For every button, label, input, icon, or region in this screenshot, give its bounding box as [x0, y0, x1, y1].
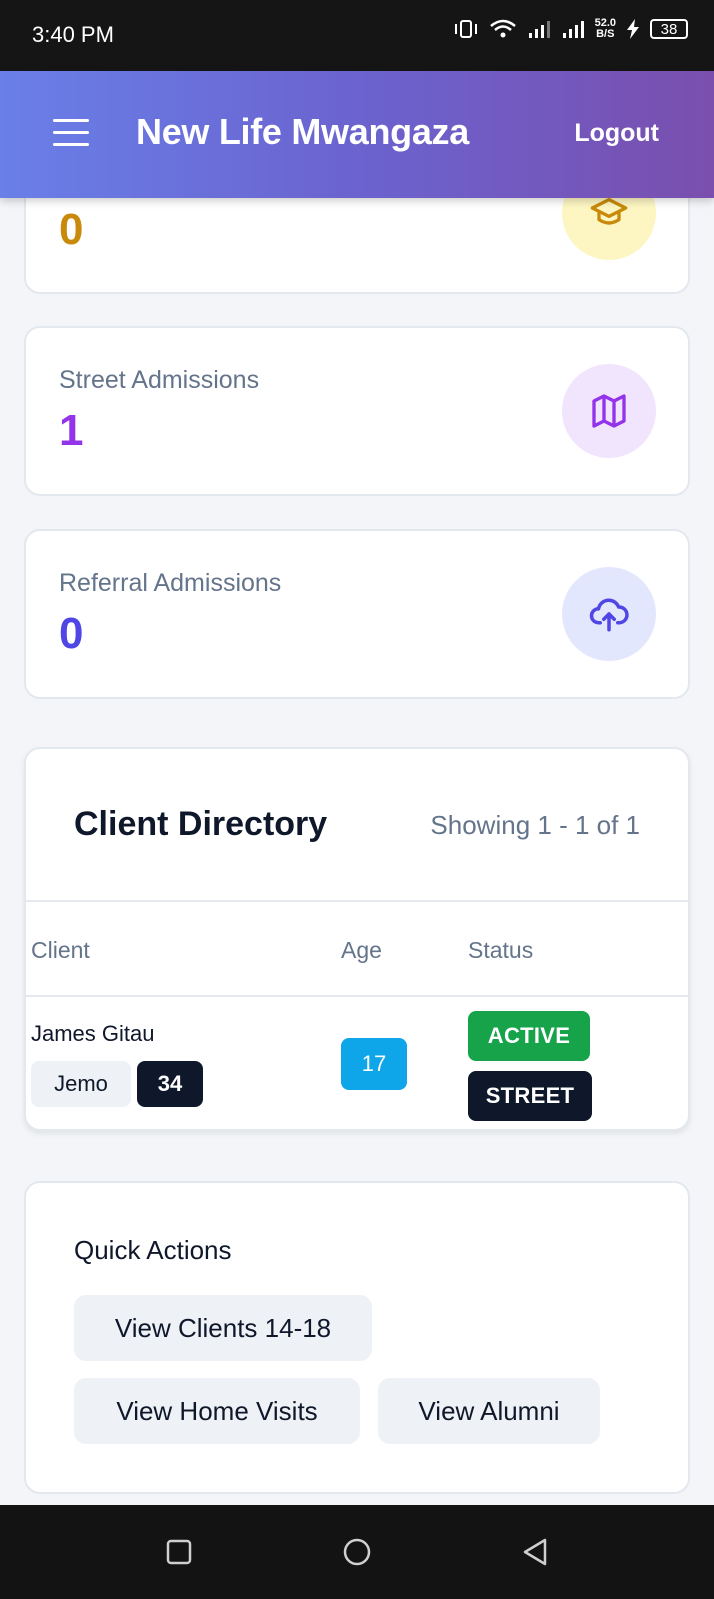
view-clients-button[interactable]: View Clients 14-18 — [74, 1295, 372, 1361]
map-icon — [562, 364, 656, 458]
stat-card-referral: Referral Admissions 0 — [24, 529, 690, 699]
status-time: 3:40 PM — [32, 22, 114, 47]
client-name[interactable]: James Gitau — [31, 1021, 155, 1047]
directory-count: Showing 1 - 1 of 1 — [430, 810, 640, 840]
quick-actions-title: Quick Actions — [74, 1235, 232, 1265]
signal-icon — [527, 19, 551, 39]
status-icons: 52.0 B/S 38 — [453, 18, 688, 40]
wifi-icon — [489, 19, 517, 39]
cloud-upload-icon — [562, 567, 656, 661]
net-speed: 52.0 B/S — [595, 18, 616, 40]
battery-level: 38 — [650, 19, 688, 39]
client-number-badge: 34 — [137, 1061, 203, 1107]
status-badge: ACTIVE — [468, 1011, 590, 1061]
client-directory: Client Directory Showing 1 - 1 of 1 Clie… — [24, 747, 690, 1131]
stat-value: 0 — [59, 609, 84, 658]
app-header: New Life Mwangaza Logout — [0, 71, 714, 198]
client-tag: Jemo — [31, 1061, 131, 1107]
view-home-visits-button[interactable]: View Home Visits — [74, 1378, 360, 1444]
system-nav-bar — [0, 1505, 714, 1599]
directory-title: Client Directory — [74, 805, 328, 843]
stat-value: 0 — [59, 205, 84, 254]
home-icon[interactable] — [340, 1535, 374, 1569]
stat-card-street: Street Admissions 1 — [24, 326, 690, 496]
age-badge: 17 — [341, 1038, 407, 1090]
net-speed-unit: B/S — [596, 28, 615, 40]
back-icon[interactable] — [518, 1535, 552, 1569]
logout-button[interactable]: Logout — [574, 119, 659, 148]
recent-apps-icon[interactable] — [162, 1535, 196, 1569]
view-alumni-button[interactable]: View Alumni — [378, 1378, 600, 1444]
type-badge: STREET — [468, 1071, 592, 1121]
column-header-status: Status — [468, 937, 534, 963]
signal-icon-2 — [561, 19, 585, 39]
column-header-age: Age — [341, 937, 382, 963]
status-bar: 3:40 PM 52.0 B/S 38 — [0, 0, 714, 71]
stat-label: Referral Admissions — [59, 569, 282, 597]
quick-actions-card: Quick Actions View Clients 14-18 View Ho… — [24, 1181, 690, 1494]
divider — [26, 995, 688, 997]
divider — [26, 900, 688, 902]
app-title: New Life Mwangaza — [136, 111, 469, 152]
stat-value: 1 — [59, 406, 84, 455]
vibrate-icon — [453, 19, 479, 39]
charging-icon — [626, 19, 640, 39]
stat-label: Street Admissions — [59, 366, 260, 394]
column-header-client: Client — [31, 937, 90, 963]
menu-icon[interactable] — [53, 119, 89, 149]
